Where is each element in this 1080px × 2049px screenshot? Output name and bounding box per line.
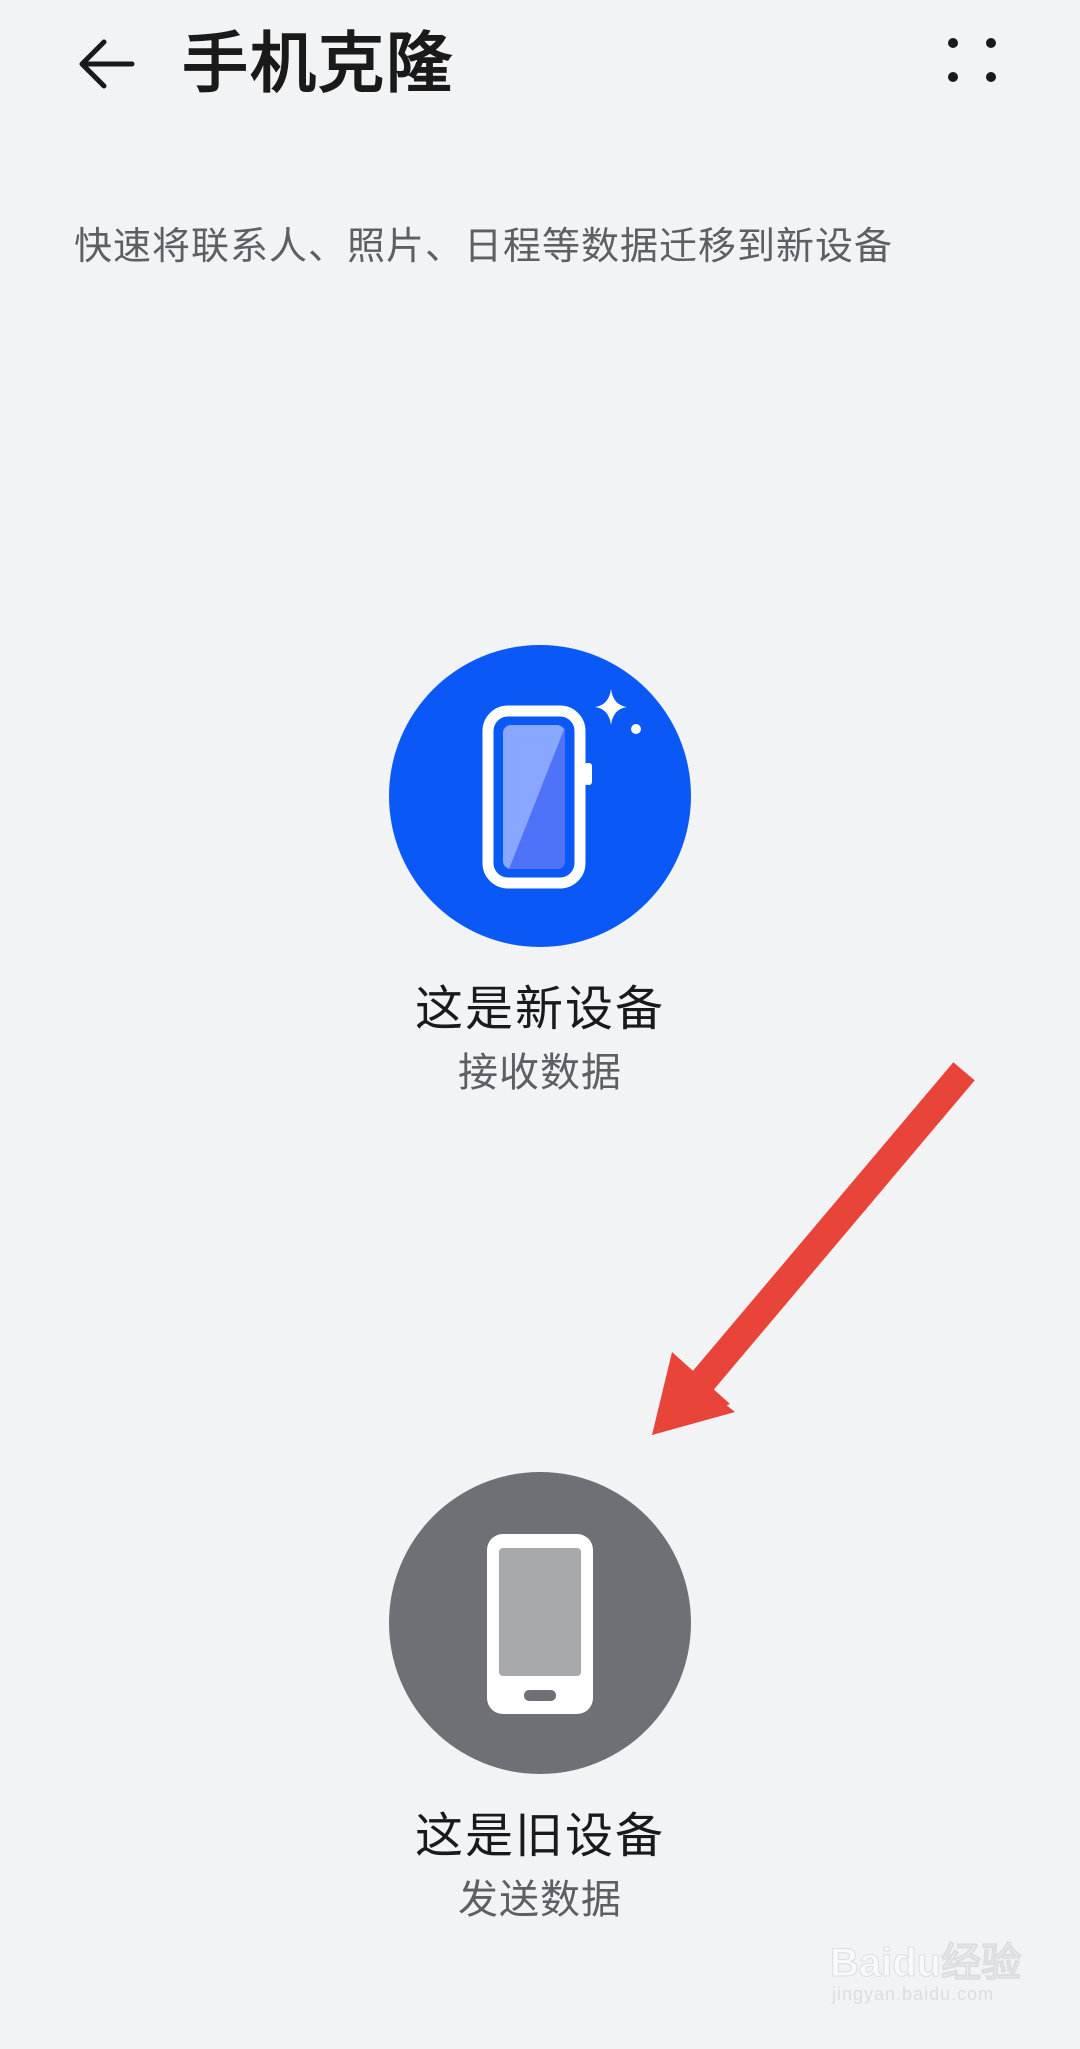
new-device-title: 这是新设备 <box>414 981 665 1037</box>
watermark: Baidu经验 jingyan.baidu.com <box>826 1930 1066 2030</box>
new-phone-icon <box>482 689 641 889</box>
new-device-subtitle: 接收数据 <box>458 1050 622 1096</box>
new-device-option[interactable]: 这是新设备 接收数据 <box>340 645 740 1101</box>
back-button[interactable] <box>70 28 142 100</box>
old-device-circle[interactable] <box>389 1472 691 1774</box>
page-description: 快速将联系人、照片、日程等数据迁移到新设备 <box>74 224 894 268</box>
new-device-circle[interactable] <box>389 645 691 947</box>
more-button[interactable] <box>940 30 1004 94</box>
old-device-title: 这是旧设备 <box>414 1808 665 1864</box>
watermark-brand: Baidu经验 <box>829 1941 1022 1986</box>
old-device-option[interactable]: 这是旧设备 发送数据 <box>340 1472 740 1928</box>
page-title: 手机克隆 <box>182 25 454 102</box>
watermark-url: jingyan.baidu.com <box>832 1984 995 2004</box>
app-bar: 手机克隆 <box>0 0 1080 130</box>
old-device-subtitle: 发送数据 <box>458 1877 622 1923</box>
old-phone-icon <box>487 1534 593 1714</box>
arrow-left-icon <box>79 39 135 89</box>
